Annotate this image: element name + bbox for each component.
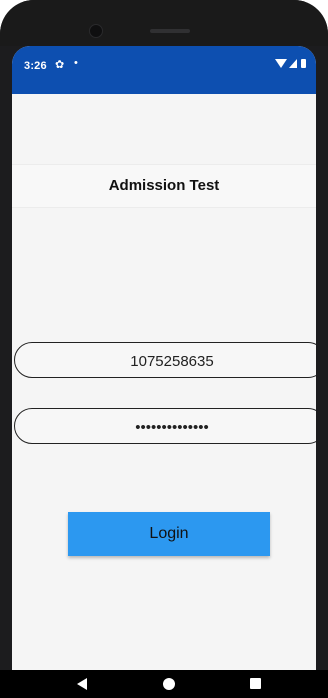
device-top-bezel [0, 0, 328, 46]
status-icons [275, 59, 306, 68]
gear-icon: ✿ [55, 59, 65, 71]
signal-icon [289, 59, 297, 68]
password-input[interactable] [15, 409, 316, 445]
home-icon[interactable] [163, 678, 175, 690]
back-icon[interactable] [77, 678, 87, 690]
username-field[interactable] [14, 342, 316, 379]
battery-icon [301, 59, 306, 68]
earpiece-speaker [150, 29, 190, 33]
status-time: 3:26 [24, 60, 47, 72]
page-title: Admission Test [108, 177, 220, 194]
app-screen: 3:26 ✿ • Admission Test Login [12, 46, 316, 670]
login-button[interactable]: Login [68, 512, 270, 556]
navigation-bar [0, 670, 328, 698]
password-field[interactable] [14, 408, 316, 445]
status-bar: 3:26 ✿ • [12, 46, 316, 94]
recents-icon[interactable] [250, 678, 261, 689]
username-input[interactable] [15, 343, 316, 379]
front-camera-icon [89, 24, 103, 38]
device-frame: 3:26 ✿ • Admission Test Login [0, 0, 328, 698]
wifi-icon [275, 59, 287, 68]
notification-dot-icon: • [74, 57, 78, 69]
title-bar: Admission Test [12, 164, 316, 208]
